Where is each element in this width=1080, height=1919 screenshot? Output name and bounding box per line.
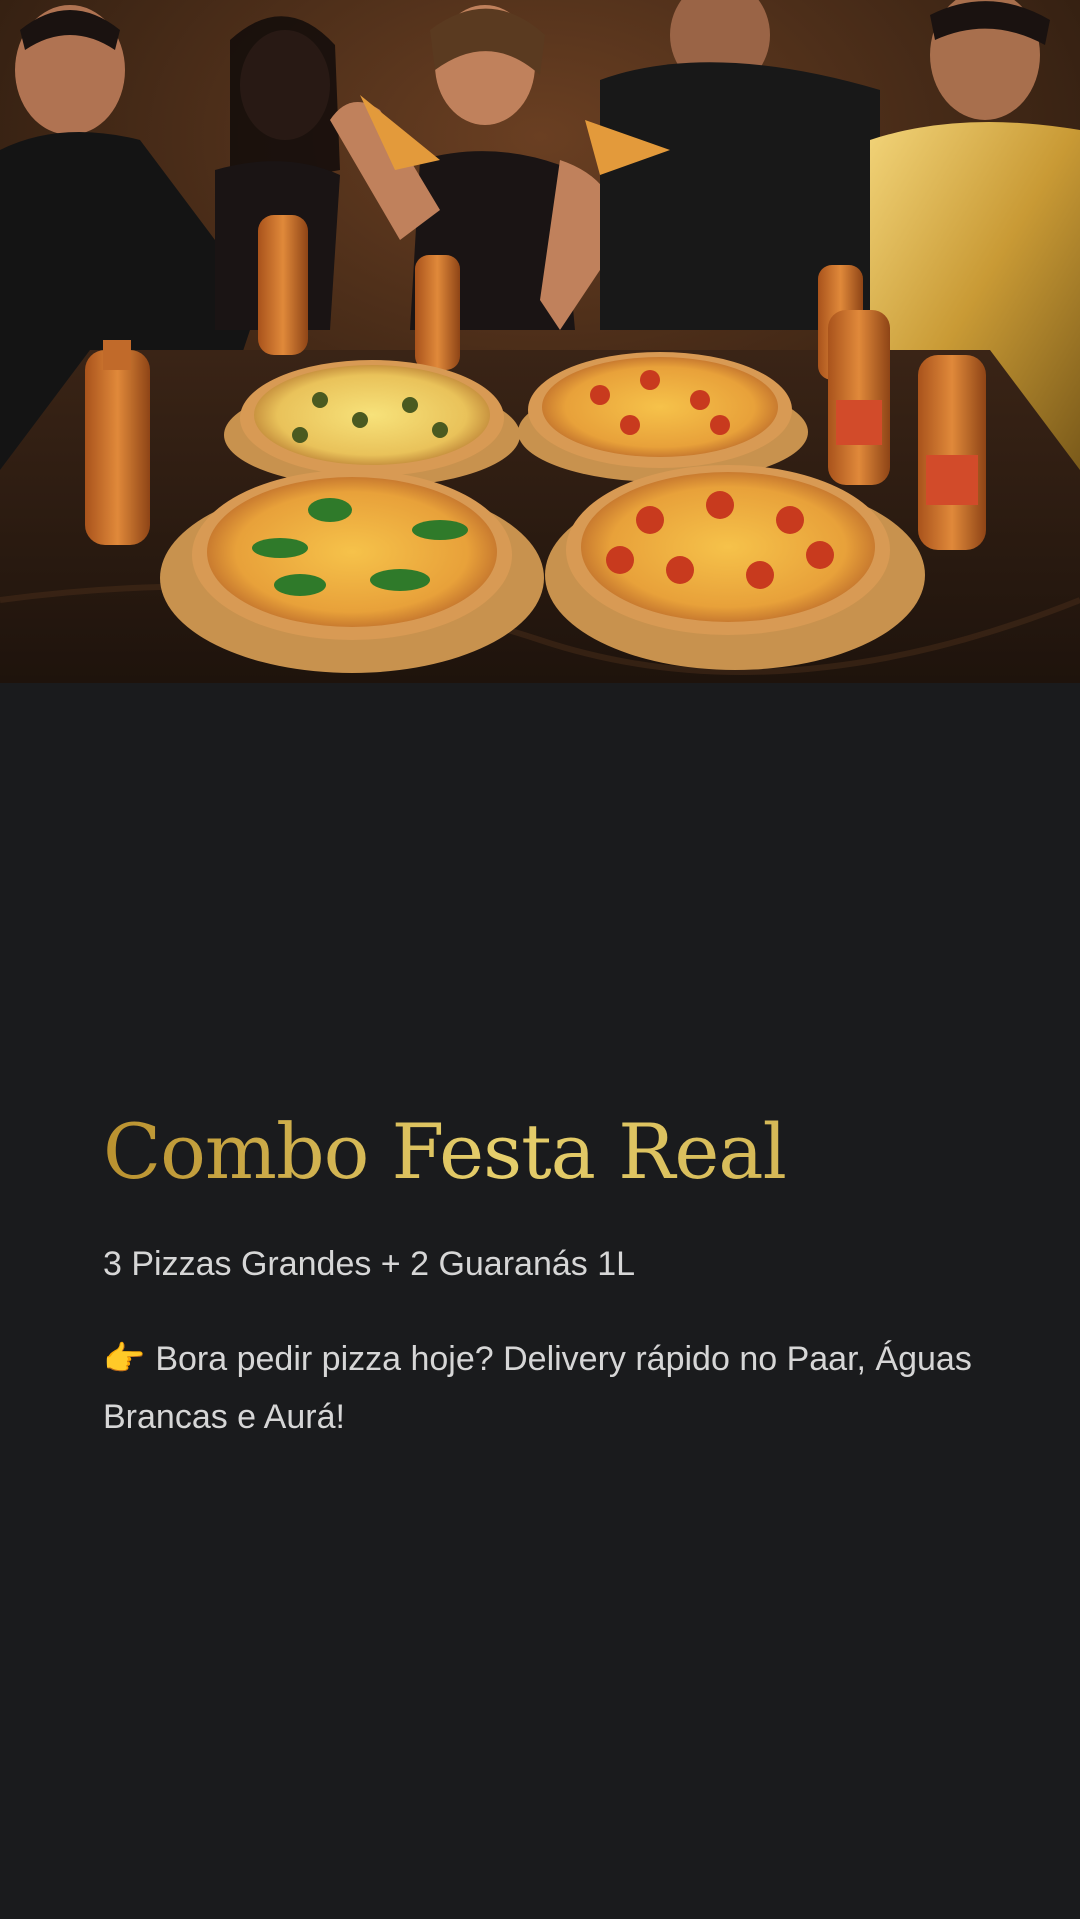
pointing-hand-icon: 👉 <box>103 1340 146 1379</box>
offer-description-text: Bora pedir pizza hoje? Delivery rápido n… <box>103 1340 972 1437</box>
offer-section: Combo Festa Real 3 Pizzas Grandes + 2 Gu… <box>103 1110 983 1446</box>
offer-description: 👉 Bora pedir pizza hoje? Delivery rápido … <box>103 1330 983 1446</box>
offer-title: Combo Festa Real <box>103 1110 983 1194</box>
offer-subtitle: 3 Pizzas Grandes + 2 Guaranás 1L <box>103 1244 636 1283</box>
hero-image <box>0 0 1080 683</box>
